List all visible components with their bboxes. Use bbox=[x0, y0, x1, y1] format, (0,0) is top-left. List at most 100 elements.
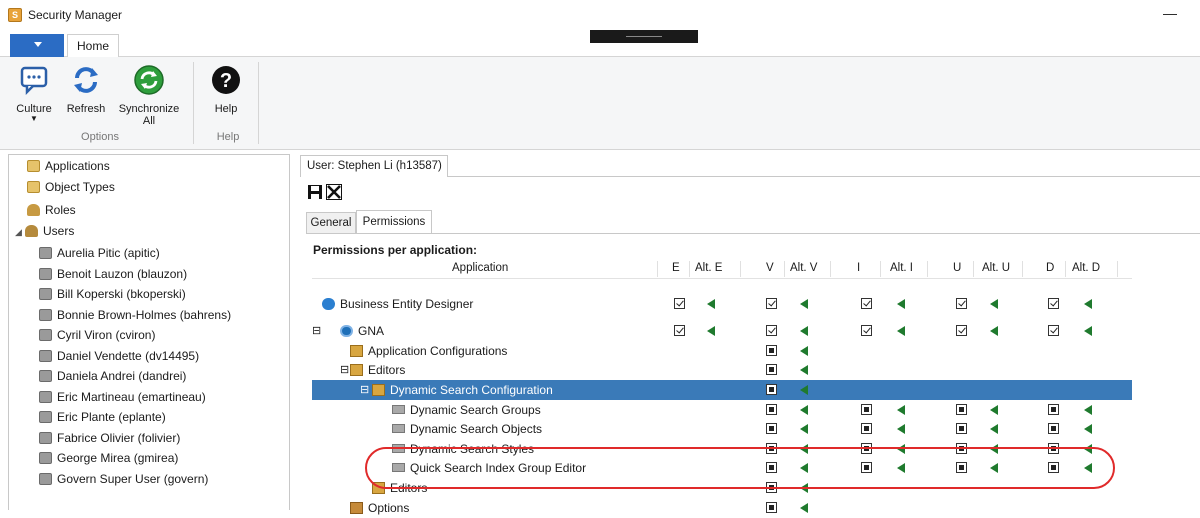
tree-item-user[interactable]: Aurelia Pitic (apitic) bbox=[39, 243, 160, 263]
app-menu-button[interactable] bbox=[10, 34, 64, 57]
permission-checkbox[interactable] bbox=[674, 298, 685, 309]
grant-arrow-icon[interactable] bbox=[800, 299, 808, 309]
help-button[interactable]: ? Help bbox=[204, 64, 248, 115]
grant-arrow-icon[interactable] bbox=[800, 424, 808, 434]
grant-arrow-icon[interactable] bbox=[1084, 326, 1092, 336]
permission-checkbox[interactable] bbox=[956, 404, 967, 415]
permission-checkbox[interactable] bbox=[766, 384, 777, 395]
column-header-alt-i[interactable]: Alt. I bbox=[890, 262, 913, 274]
column-header-alt-e[interactable]: Alt. E bbox=[695, 262, 722, 274]
tree-item-object-types[interactable]: Object Types bbox=[27, 177, 115, 197]
permission-row[interactable]: ⊟ Editors bbox=[312, 360, 1132, 380]
collapse-toggle-icon[interactable]: ⊟ bbox=[312, 321, 321, 341]
permission-checkbox[interactable] bbox=[1048, 298, 1059, 309]
grant-arrow-icon[interactable] bbox=[1084, 424, 1092, 434]
grant-arrow-icon[interactable] bbox=[707, 299, 715, 309]
grant-arrow-icon[interactable] bbox=[897, 326, 905, 336]
permission-row[interactable]: Dynamic Search Groups bbox=[312, 400, 1132, 420]
editor-icon bbox=[392, 424, 405, 433]
column-header-d[interactable]: D bbox=[1046, 262, 1054, 274]
collapse-toggle-icon[interactable]: ⊟ bbox=[360, 380, 369, 400]
tree-item-user[interactable]: Bonnie Brown-Holmes (bahrens) bbox=[39, 305, 231, 325]
permission-checkbox[interactable] bbox=[1048, 404, 1059, 415]
grant-arrow-icon[interactable] bbox=[800, 326, 808, 336]
column-header-alt-u[interactable]: Alt. U bbox=[982, 262, 1010, 274]
grant-arrow-icon[interactable] bbox=[990, 326, 998, 336]
permission-checkbox[interactable] bbox=[1048, 423, 1059, 434]
expand-arrow-icon[interactable]: ◢ bbox=[15, 222, 25, 242]
refresh-button[interactable]: Refresh bbox=[64, 64, 108, 115]
permission-checkbox[interactable] bbox=[766, 502, 777, 513]
column-header-i[interactable]: I bbox=[857, 262, 860, 274]
grant-arrow-icon[interactable] bbox=[990, 405, 998, 415]
column-header-alt-v[interactable]: Alt. V bbox=[790, 262, 817, 274]
permission-row-selected[interactable]: ⊟ Dynamic Search Configuration bbox=[312, 380, 1132, 400]
minimize-button[interactable]: — bbox=[1150, 2, 1190, 26]
refresh-label: Refresh bbox=[66, 103, 106, 115]
grant-arrow-icon[interactable] bbox=[897, 424, 905, 434]
grant-arrow-icon[interactable] bbox=[800, 365, 808, 375]
save-icon[interactable] bbox=[307, 184, 323, 200]
permission-checkbox[interactable] bbox=[956, 423, 967, 434]
permission-row[interactable]: Business Entity Designer bbox=[312, 294, 1132, 314]
tab-home[interactable]: Home bbox=[67, 34, 119, 58]
grant-arrow-icon[interactable] bbox=[800, 405, 808, 415]
close-icon[interactable] bbox=[326, 184, 342, 200]
permission-checkbox[interactable] bbox=[766, 345, 777, 356]
synchronize-all-button[interactable]: Synchronize All bbox=[114, 64, 184, 127]
tree-item-user[interactable]: Eric Plante (eplante) bbox=[39, 407, 166, 427]
permission-checkbox[interactable] bbox=[956, 298, 967, 309]
grant-arrow-icon[interactable] bbox=[897, 299, 905, 309]
column-header-application[interactable]: Application bbox=[452, 262, 508, 274]
grant-arrow-icon[interactable] bbox=[990, 424, 998, 434]
collapse-toggle-icon[interactable]: ⊟ bbox=[340, 360, 349, 380]
tree-item-roles[interactable]: Roles bbox=[27, 200, 76, 220]
permission-checkbox[interactable] bbox=[861, 298, 872, 309]
grant-arrow-icon[interactable] bbox=[1084, 405, 1092, 415]
tree-item-user[interactable]: George Mirea (gmirea) bbox=[39, 448, 178, 468]
permission-checkbox[interactable] bbox=[956, 325, 967, 336]
tab-general[interactable]: General bbox=[306, 212, 356, 234]
permission-row[interactable]: Application Configurations bbox=[312, 341, 1132, 361]
tree-item-users[interactable]: ◢ Users bbox=[15, 221, 74, 241]
tree-item-user[interactable]: Bill Koperski (bkoperski) bbox=[39, 284, 186, 304]
permission-row[interactable]: Dynamic Search Objects bbox=[312, 419, 1132, 439]
column-header-e[interactable]: E bbox=[672, 262, 680, 274]
tree-item-user[interactable]: Govern Super User (govern) bbox=[39, 469, 208, 489]
tree-item-user[interactable]: Daniela Andrei (dandrei) bbox=[39, 366, 186, 386]
tree-item-user[interactable]: Eric Martineau (emartineau) bbox=[39, 387, 206, 407]
user-document-tab[interactable]: User: Stephen Li (h13587) bbox=[300, 155, 448, 177]
permission-row[interactable]: ⊟ GNA bbox=[312, 321, 1132, 341]
culture-button[interactable]: Culture ▼ bbox=[12, 64, 56, 123]
grant-arrow-icon[interactable] bbox=[897, 405, 905, 415]
permission-checkbox[interactable] bbox=[861, 423, 872, 434]
tree-item-applications[interactable]: Applications bbox=[27, 156, 110, 176]
tab-permissions[interactable]: Permissions bbox=[356, 210, 432, 234]
grant-arrow-icon[interactable] bbox=[707, 326, 715, 336]
column-header-u[interactable]: U bbox=[953, 262, 961, 274]
grant-arrow-icon[interactable] bbox=[1084, 299, 1092, 309]
permission-checkbox[interactable] bbox=[861, 325, 872, 336]
permission-row[interactable]: Options bbox=[312, 498, 1132, 518]
column-header-v[interactable]: V bbox=[766, 262, 774, 274]
grant-arrow-icon[interactable] bbox=[800, 503, 808, 513]
window-title: Security Manager bbox=[28, 8, 123, 22]
tree-item-user[interactable]: Fabrice Olivier (folivier) bbox=[39, 428, 180, 448]
application-name: Application Configurations bbox=[368, 344, 508, 358]
permission-checkbox[interactable] bbox=[766, 298, 777, 309]
permission-checkbox[interactable] bbox=[861, 404, 872, 415]
grant-arrow-icon[interactable] bbox=[990, 299, 998, 309]
permission-checkbox[interactable] bbox=[766, 325, 777, 336]
column-header-alt-d[interactable]: Alt. D bbox=[1072, 262, 1100, 274]
permission-checkbox[interactable] bbox=[1048, 325, 1059, 336]
permission-checkbox[interactable] bbox=[766, 423, 777, 434]
tree-item-user[interactable]: Benoit Lauzon (blauzon) bbox=[39, 264, 187, 284]
tree-item-user[interactable]: Daniel Vendette (dv14495) bbox=[39, 346, 199, 366]
permission-checkbox[interactable] bbox=[674, 325, 685, 336]
grant-arrow-icon[interactable] bbox=[800, 385, 808, 395]
grant-arrow-icon[interactable] bbox=[800, 346, 808, 356]
permission-checkbox[interactable] bbox=[766, 404, 777, 415]
tree-item-user[interactable]: Cyril Viron (cviron) bbox=[39, 325, 155, 345]
permission-checkbox[interactable] bbox=[766, 364, 777, 375]
ribbon-collapse-handle[interactable] bbox=[590, 30, 698, 43]
